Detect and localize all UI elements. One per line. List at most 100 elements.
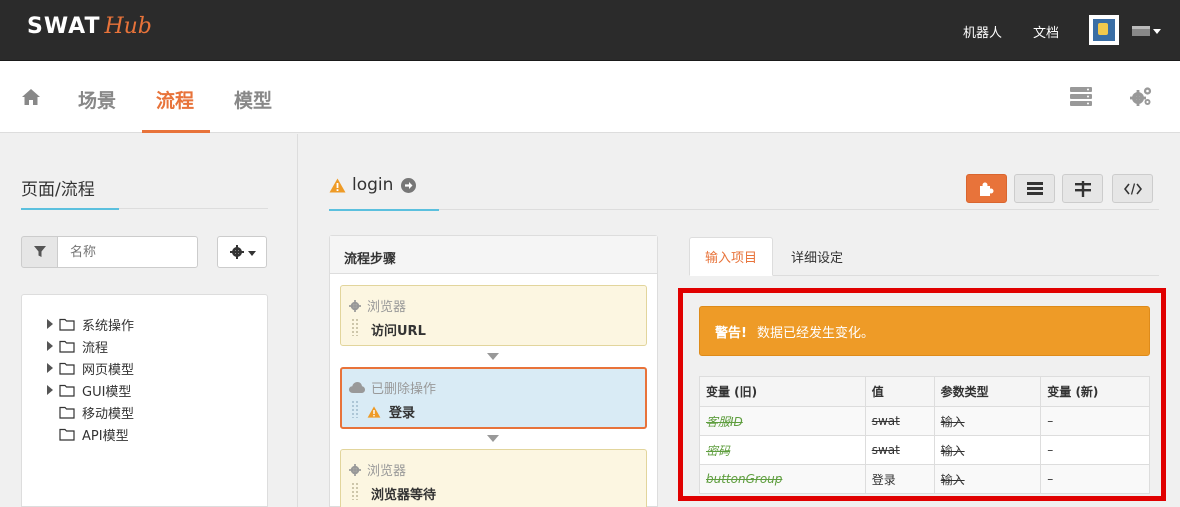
- structure-view-button[interactable]: [1062, 174, 1103, 203]
- left-panel-title: 页面/流程: [21, 180, 95, 200]
- topnav-link-robots[interactable]: 机器人: [963, 22, 1002, 41]
- folder-icon: [59, 384, 75, 397]
- title-accent: [21, 208, 119, 210]
- flow-name: login: [352, 175, 394, 195]
- gear-icon: [349, 299, 361, 312]
- column-header: 变量 (新): [1040, 376, 1150, 407]
- divider: [329, 209, 1159, 210]
- new-variable: –: [1047, 472, 1054, 486]
- folder-icon: [59, 340, 75, 353]
- puzzle-icon: [979, 182, 993, 196]
- language-flag-icon[interactable]: [1132, 26, 1150, 36]
- tree-item-api-models[interactable]: API模型: [46, 425, 129, 444]
- gear-icon: [230, 245, 244, 259]
- tab-models[interactable]: 模型: [234, 86, 272, 113]
- tree-item-web-models[interactable]: 网页模型: [46, 359, 135, 378]
- brand-logo[interactable]: SWAT Hub: [27, 14, 152, 44]
- active-tab-indicator: [142, 130, 210, 133]
- caret-down-icon: [248, 251, 256, 256]
- flow-title: login: [329, 175, 417, 195]
- avatar-image: [1093, 19, 1115, 41]
- brand-sub: Hub: [104, 14, 152, 39]
- caret-right-icon[interactable]: [46, 385, 54, 395]
- filter-button[interactable]: [21, 236, 58, 268]
- param-type-cell: 输入: [940, 472, 965, 487]
- value-cell: swat: [871, 414, 900, 428]
- column-header: 值: [864, 376, 935, 407]
- table-row: 密码 swat 输入 –: [699, 435, 1150, 465]
- puzzle-view-button[interactable]: [966, 174, 1007, 203]
- list-view-button[interactable]: [1014, 174, 1055, 203]
- folder-icon: [59, 318, 75, 331]
- new-variable: –: [1047, 414, 1054, 428]
- search-input[interactable]: [57, 236, 198, 268]
- language-caret-icon[interactable]: [1153, 29, 1161, 34]
- tab-scenes[interactable]: 场景: [78, 86, 116, 113]
- warning-alert: 警告! 数据已经发生变化。: [699, 306, 1150, 356]
- gears-icon[interactable]: [1130, 86, 1153, 107]
- server-icon[interactable]: [1070, 87, 1092, 106]
- step-card-login-deleted[interactable]: 已删除操作 登录: [340, 367, 647, 429]
- step-name-label: 访问URL: [371, 324, 426, 339]
- value-cell: swat: [871, 443, 900, 457]
- tab-detail-settings[interactable]: 详细设定: [780, 237, 854, 276]
- bars-icon: [1026, 182, 1043, 195]
- step-type-label: 浏览器: [367, 300, 407, 315]
- table-row: buttonGroup 登录 输入 –: [699, 464, 1150, 494]
- param-type-cell: 输入: [940, 414, 965, 429]
- step-name-label: 登录: [389, 406, 416, 421]
- tab-flows[interactable]: 流程: [156, 86, 194, 113]
- step-type-label: 浏览器: [367, 464, 407, 479]
- cloud-icon: [349, 382, 365, 393]
- old-variable: 密码: [706, 443, 731, 458]
- tree-item-label: 网页模型: [82, 362, 135, 378]
- home-icon[interactable]: [21, 88, 41, 106]
- tree-item-label: API模型: [82, 428, 129, 444]
- alert-message: 数据已经发生变化。: [756, 325, 874, 341]
- step-card-browser-wait[interactable]: 浏览器 浏览器等待: [340, 449, 647, 507]
- arrow-circle-right-icon[interactable]: [401, 177, 417, 193]
- tree-item-system-ops[interactable]: 系统操作: [46, 315, 134, 334]
- caret-right-icon[interactable]: [46, 363, 54, 373]
- step-arrow-icon: [487, 435, 499, 442]
- warning-icon: [329, 178, 346, 192]
- alert-title: 警告!: [715, 325, 747, 341]
- code-view-button[interactable]: [1112, 174, 1153, 203]
- tree-item-label: GUI模型: [82, 384, 132, 400]
- code-icon: [1123, 182, 1142, 195]
- drag-handle[interactable]: [351, 482, 359, 500]
- step-name-label: 浏览器等待: [371, 488, 437, 503]
- filter-icon: [34, 246, 46, 257]
- step-arrow-icon: [487, 353, 499, 360]
- caret-right-icon[interactable]: [46, 319, 54, 329]
- drag-handle[interactable]: [351, 318, 359, 336]
- column-header: 变量 (旧): [699, 376, 866, 407]
- brand-main: SWAT: [27, 14, 101, 39]
- tree-item-flows[interactable]: 流程: [46, 337, 109, 356]
- column-header: 参数类型: [933, 376, 1042, 407]
- new-variable: –: [1047, 443, 1054, 457]
- tab-input-items[interactable]: 输入项目: [689, 237, 773, 276]
- tree-item-label: 移动模型: [82, 406, 135, 422]
- title-accent: [329, 209, 439, 211]
- gear-icon: [349, 463, 361, 476]
- topnav-link-docs[interactable]: 文档: [1033, 22, 1059, 41]
- old-variable: 客服ID: [706, 414, 743, 429]
- step-card-visit-url[interactable]: 浏览器 访问URL: [340, 285, 647, 346]
- drag-handle[interactable]: [351, 400, 359, 418]
- folder-icon: [59, 362, 75, 375]
- user-avatar[interactable]: [1089, 15, 1119, 45]
- caret-right-icon[interactable]: [46, 341, 54, 351]
- folder-icon: [59, 406, 75, 419]
- old-variable: buttonGroup: [706, 472, 783, 486]
- tree-item-label: 流程: [82, 340, 109, 356]
- table-header-row: 变量 (旧) 值 参数类型 变量 (新): [699, 376, 1150, 407]
- param-type-cell: 输入: [940, 443, 965, 458]
- tree-item-mobile-models[interactable]: 移动模型: [46, 403, 135, 422]
- tree-item-gui-models[interactable]: GUI模型: [46, 381, 132, 400]
- table-row: 客服ID swat 输入 –: [699, 406, 1150, 436]
- top-navbar: [0, 0, 1180, 61]
- sitemap-icon: [1074, 180, 1091, 197]
- settings-dropdown-button[interactable]: [217, 236, 267, 268]
- warning-icon: [367, 405, 381, 418]
